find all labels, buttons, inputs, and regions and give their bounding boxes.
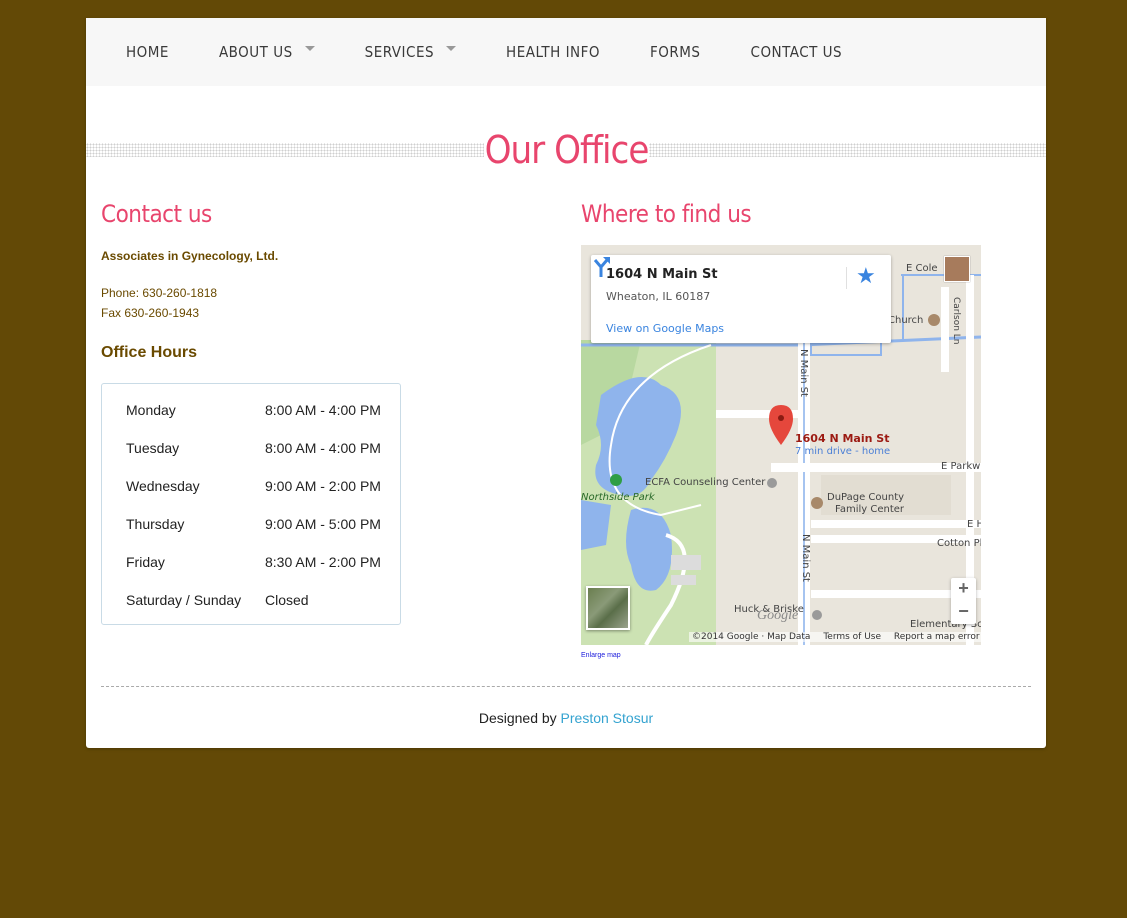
footer-divider: [101, 686, 1031, 687]
title-row: Our Office: [86, 128, 1046, 172]
enlarge-map-link[interactable]: Enlarge map: [581, 652, 621, 659]
nav-services[interactable]: SERVICES: [364, 43, 457, 61]
map-label-dupage: DuPage County: [827, 492, 905, 503]
dotted-divider-right: [649, 143, 1046, 157]
nav-services-label: SERVICES: [364, 43, 435, 61]
main-nav: HOME ABOUT US SERVICES HEALTH INFO FORMS…: [86, 18, 1046, 86]
hours-day: Thursday: [126, 516, 185, 532]
nav-about-label: ABOUT US: [218, 43, 293, 61]
map-label-church: Church: [888, 315, 924, 326]
zoom-out-button[interactable]: −: [951, 601, 976, 622]
fax-number: Fax 630-260-1943: [101, 306, 200, 320]
map-footer: ©2014 Google · Map Data Terms of Use Rep…: [689, 632, 981, 642]
map-label-dupage: Family Center: [835, 504, 905, 515]
satellite-toggle[interactable]: [586, 586, 630, 630]
phone-number: Phone: 630-260-1818: [101, 286, 218, 300]
author-link[interactable]: Preston Stosur: [561, 710, 654, 726]
map-copyright: ©2014 Google · Map Data: [692, 632, 811, 642]
star-icon[interactable]: ★: [856, 263, 876, 289]
map-label-e-cole: E Cole: [906, 263, 938, 274]
info-address: 1604 N Main St: [606, 267, 718, 282]
terms-of-use-link[interactable]: Terms of Use: [823, 632, 881, 642]
hours-time: 9:00 AM - 5:00 PM: [265, 516, 381, 532]
nav-health-info[interactable]: HEALTH INFO: [506, 43, 600, 61]
nav-forms-label: FORMS: [650, 43, 701, 61]
contact-heading: Contact us: [101, 200, 212, 228]
office-hours-table: Monday 8:00 AM - 4:00 PM Tuesday 8:00 AM…: [101, 383, 401, 625]
map-label-e-h: E H: [967, 519, 981, 530]
page-container: HOME ABOUT US SERVICES HEALTH INFO FORMS…: [86, 18, 1046, 748]
nav-contact-us[interactable]: CONTACT US: [751, 43, 843, 61]
map-label-cotton: Cotton Pl: [937, 538, 981, 549]
dotted-divider-left: [86, 143, 484, 157]
nav-about-us[interactable]: ABOUT US: [219, 43, 315, 61]
nav-contact-label: CONTACT US: [750, 43, 843, 61]
hours-day: Wednesday: [126, 478, 200, 494]
separator: [846, 267, 847, 289]
hours-time: 9:00 AM - 2:00 PM: [265, 478, 381, 494]
google-logo: Google: [757, 608, 799, 623]
office-hours-heading: Office Hours: [101, 344, 198, 361]
zoom-control: + −: [951, 578, 976, 624]
hours-day: Monday: [126, 402, 176, 418]
map-pin-label: 1604 N Main St: [795, 432, 890, 445]
embedded-map[interactable]: E Cole Church Carlson Ln N Main St N Mai…: [581, 245, 981, 645]
footer-credit: Designed by Preston Stosur: [86, 710, 1046, 726]
hours-day: Friday: [126, 554, 165, 570]
hours-day: Tuesday: [126, 440, 180, 456]
map-label-n-main: N Main St: [798, 349, 809, 397]
hours-day: Saturday / Sunday: [126, 592, 242, 608]
map-label-carlson: Carlson Ln: [951, 297, 961, 345]
directions-icon[interactable]: [591, 255, 611, 277]
map-info-card: 1604 N Main St Wheaton, IL 60187 View on…: [591, 255, 891, 343]
map-label-n-main: N Main St: [800, 534, 811, 582]
hours-time: 8:00 AM - 4:00 PM: [265, 440, 381, 456]
map-label-ecfa: ECFA Counseling Center: [645, 477, 766, 488]
map-pin-sublabel: 7 min drive - home: [795, 446, 891, 457]
view-on-google-maps-link[interactable]: View on Google Maps: [606, 322, 724, 335]
nav-health-label: HEALTH INFO: [506, 43, 601, 61]
nav-home[interactable]: HOME: [126, 43, 169, 61]
hours-time: Closed: [265, 592, 309, 608]
caret-down-icon: [304, 45, 315, 51]
nav-forms[interactable]: FORMS: [650, 43, 700, 61]
hours-time: 8:00 AM - 4:00 PM: [265, 402, 381, 418]
user-avatar[interactable]: [944, 256, 970, 282]
report-map-error-link[interactable]: Report a map error: [894, 632, 980, 642]
caret-down-icon: [446, 45, 457, 51]
info-city: Wheaton, IL 60187: [606, 290, 711, 303]
zoom-in-button[interactable]: +: [951, 578, 976, 599]
map-label-e-parkway: E Parkw: [941, 461, 981, 472]
hours-time: 8:30 AM - 2:00 PM: [265, 554, 381, 570]
nav-home-label: HOME: [126, 43, 169, 61]
map-label-northside-park: Northside Park: [581, 492, 655, 503]
org-name: Associates in Gynecology, Ltd.: [101, 249, 279, 263]
page-title: Our Office: [484, 128, 650, 172]
map-heading: Where to find us: [581, 200, 752, 228]
designed-by-text: Designed by: [478, 710, 561, 726]
